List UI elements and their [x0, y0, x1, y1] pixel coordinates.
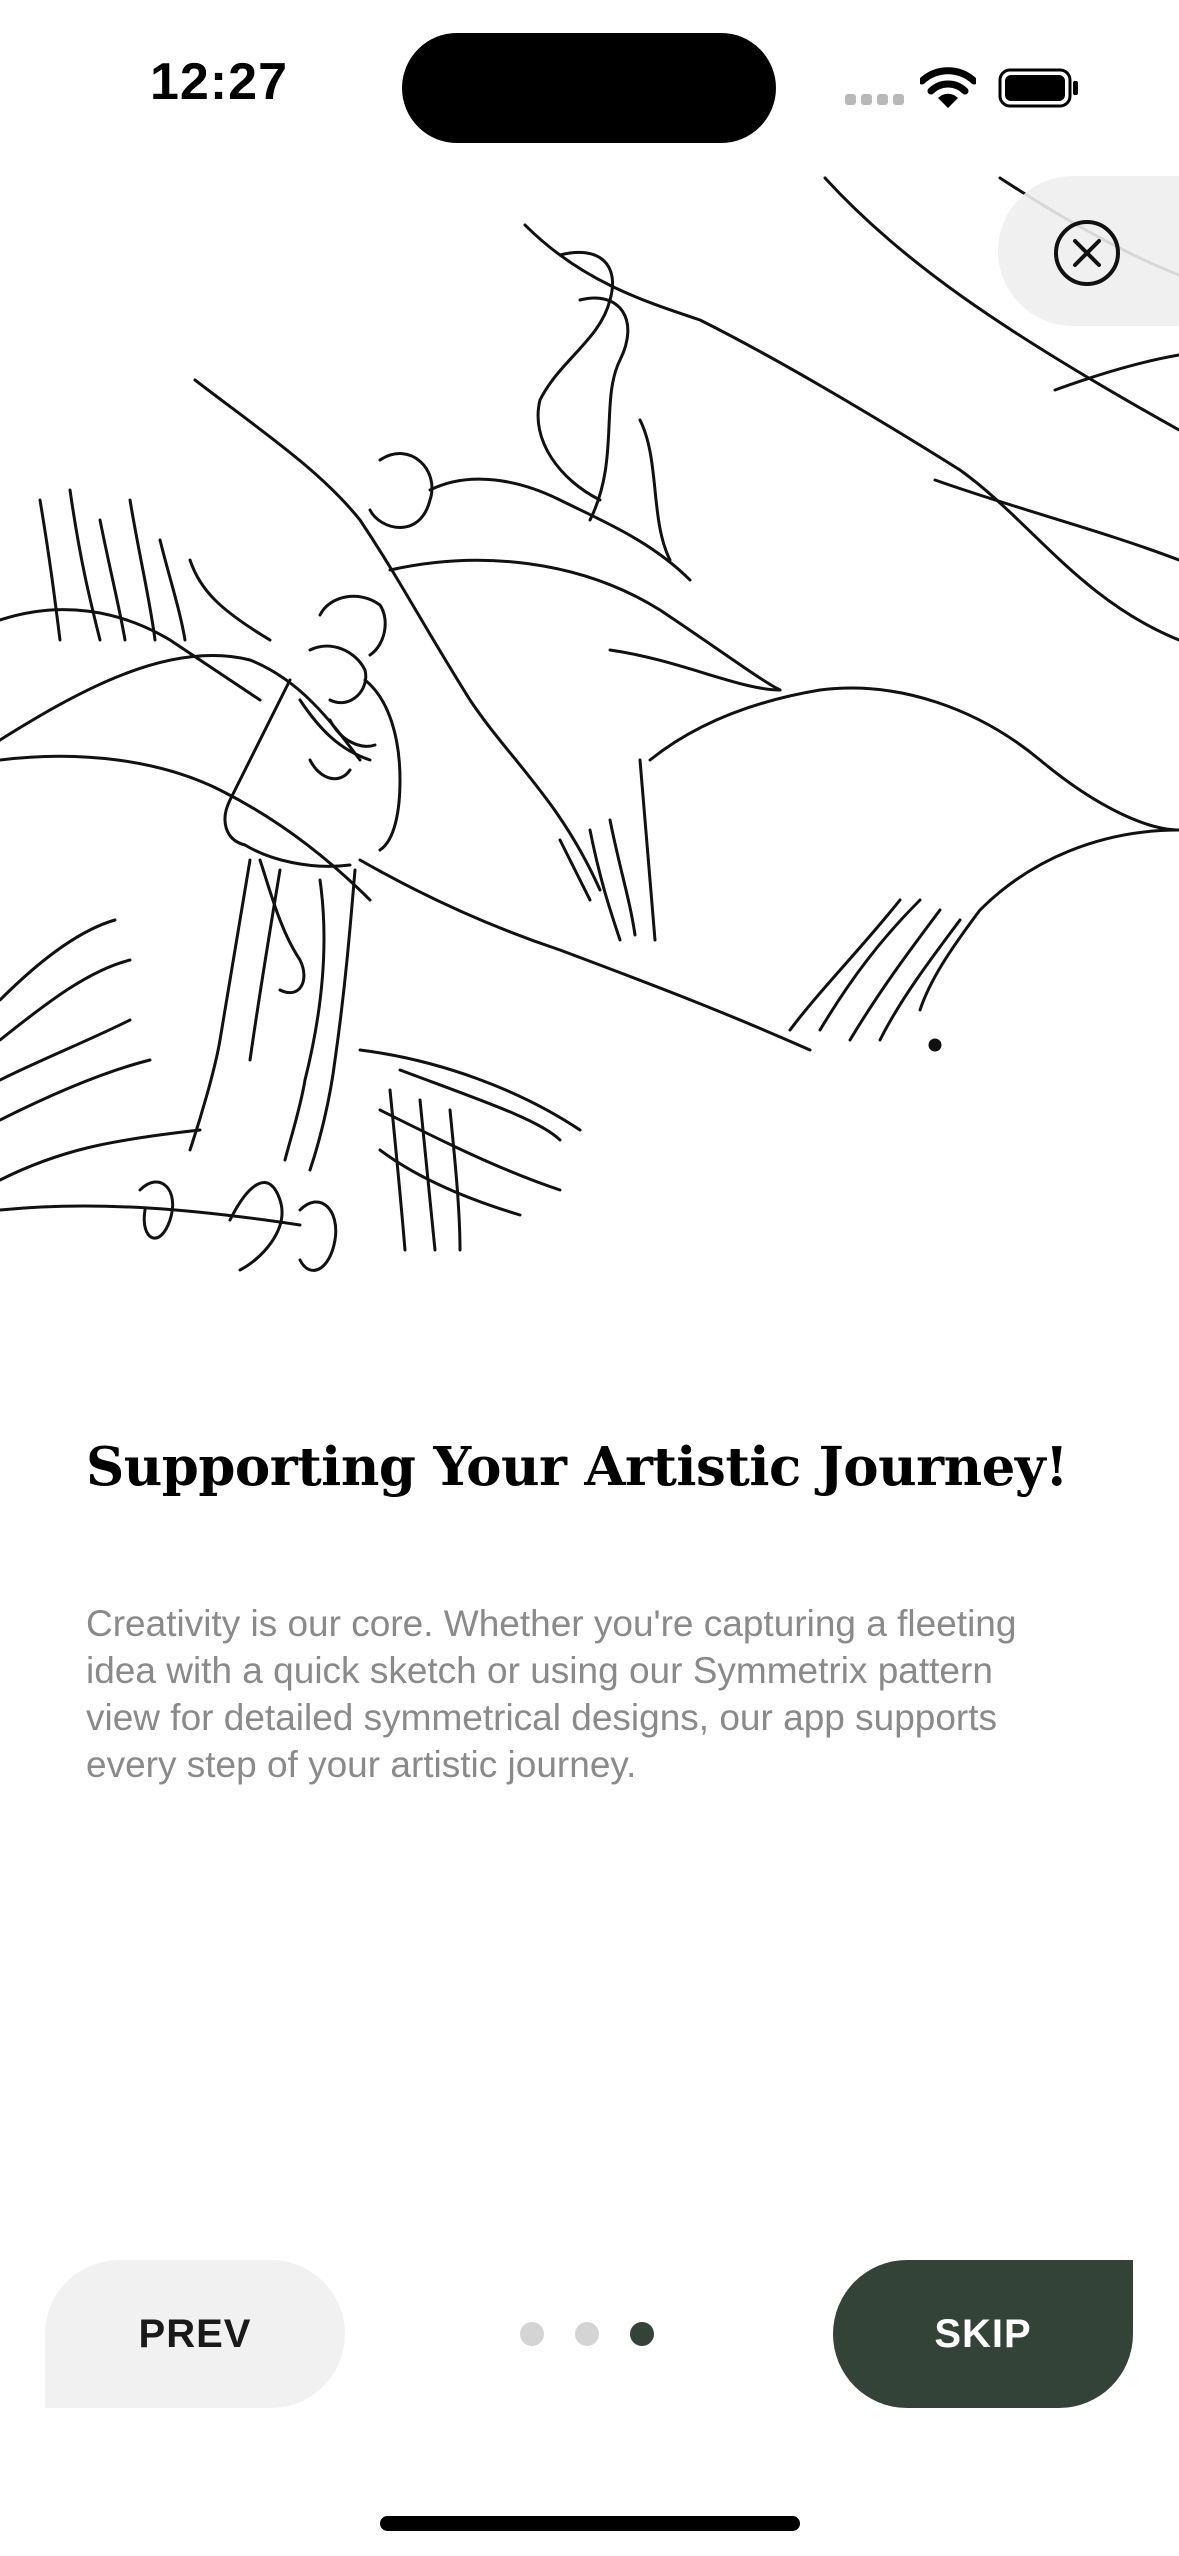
onboarding-description: Creativity is our core. Whether you're c…: [86, 1603, 1017, 1785]
hero-illustration: [0, 170, 1179, 1320]
page-indicator: [520, 2322, 660, 2348]
sketch-illustration: [0, 176, 1179, 1272]
battery-icon: [998, 68, 1080, 108]
wifi-icon: [918, 66, 978, 110]
home-indicator[interactable]: [380, 2516, 800, 2531]
close-button[interactable]: [1054, 220, 1120, 286]
page-title: Supporting Your Artistic Journey!: [86, 1436, 1068, 1498]
page-dot-3[interactable]: [630, 2322, 654, 2346]
status-bar: 12:27: [0, 0, 1179, 170]
dynamic-island: [402, 33, 776, 143]
page-dot-1[interactable]: [520, 2322, 544, 2346]
page-dot-2[interactable]: [575, 2322, 599, 2346]
close-icon: [1073, 239, 1101, 267]
status-time: 12:27: [150, 53, 288, 111]
prev-button[interactable]: PREV: [45, 2260, 345, 2408]
skip-button[interactable]: SKIP: [833, 2260, 1133, 2408]
signal-icon: [845, 94, 905, 108]
